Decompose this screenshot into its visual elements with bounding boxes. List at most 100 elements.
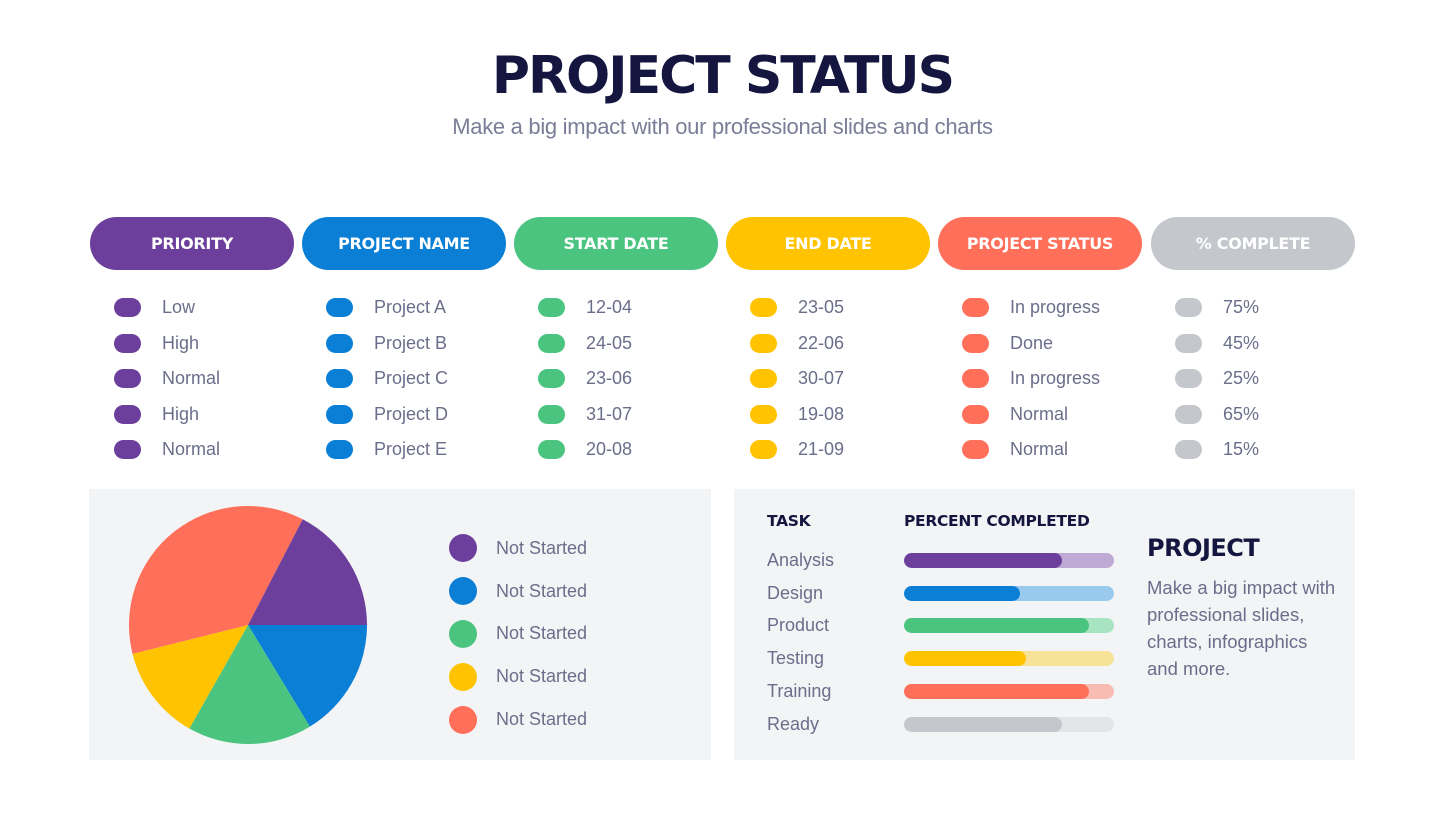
table-row: 65% — [1151, 397, 1355, 433]
legend-label: Not Started — [496, 666, 588, 687]
bullet-dot-icon — [750, 404, 777, 424]
cell-value: In progress — [1010, 368, 1101, 389]
legend-item: Not Started — [449, 527, 587, 570]
bullet-dot-icon — [538, 369, 565, 389]
side-title: PROJECT — [1147, 534, 1260, 562]
bullet-dot-icon — [114, 333, 141, 353]
task-name: Ready — [767, 713, 820, 734]
progress-bar-fill — [904, 716, 1062, 732]
side-description: Make a big impact with professional slid… — [1147, 577, 1336, 679]
table-row: 19-08 — [726, 397, 930, 433]
bullet-dot-icon — [750, 298, 777, 318]
bullet-dot-icon — [114, 404, 141, 424]
table-row: High — [90, 397, 294, 433]
bullet-dot-icon — [750, 333, 777, 353]
cell-value: 30-07 — [798, 368, 845, 389]
table-row: 23-06 — [514, 361, 718, 397]
pie-chart — [129, 506, 367, 744]
cell-value: High — [162, 332, 200, 353]
bullet-dot-icon — [326, 298, 353, 318]
column-header-pill: END DATE — [726, 217, 930, 270]
bullet-dot-icon — [538, 298, 565, 318]
table-column: % COMPLETE 75% 45% 25% 65% 15% — [1151, 217, 1355, 468]
table-row: 24-05 — [514, 326, 718, 362]
cell-value: 65% — [1223, 403, 1260, 424]
cell-value: 23-05 — [798, 297, 845, 318]
table-column: START DATE 12-04 24-05 23-06 31-07 20-08 — [514, 217, 718, 468]
table-column: PROJECT STATUS In progress Done In progress… — [938, 217, 1142, 468]
progress-bar-track — [904, 552, 1114, 568]
table-column: END DATE 23-05 22-06 30-07 19-08 21-09 — [726, 217, 930, 468]
table-row: 75% — [1151, 290, 1355, 326]
bullet-dot-icon — [962, 404, 989, 424]
legend-item: Not Started — [449, 570, 587, 613]
legend-swatch-icon — [449, 577, 477, 606]
bullet-dot-icon — [750, 369, 777, 389]
cell-value: Project A — [374, 297, 447, 318]
legend-label: Not Started — [496, 709, 588, 730]
table-row: 21-09 — [726, 432, 930, 468]
table-row: 25% — [1151, 361, 1355, 397]
cell-value: 21-09 — [798, 439, 845, 460]
bullet-dot-icon — [114, 369, 141, 389]
bullet-dot-icon — [538, 333, 565, 353]
table-row: Normal — [90, 361, 294, 397]
table-row: Normal — [90, 432, 294, 468]
legend-swatch-icon — [449, 705, 477, 734]
table-row: In progress — [938, 290, 1142, 326]
cell-value: 20-08 — [586, 439, 633, 460]
cell-value: Normal — [162, 368, 221, 389]
pie-panel: Not Started Not Started Not Started Not Sta… — [89, 489, 711, 760]
cell-value: 22-06 — [798, 332, 845, 353]
bullet-dot-icon — [326, 369, 353, 389]
task-name: Training — [767, 681, 832, 702]
progress-bar-fill — [904, 552, 1062, 568]
table-row: Done — [938, 326, 1142, 362]
bullet-dot-icon — [326, 440, 353, 460]
column-header-pill: PROJECT STATUS — [938, 217, 1142, 270]
bullet-dot-icon — [326, 333, 353, 353]
cell-value: Project B — [374, 332, 448, 353]
cell-value: 75% — [1223, 297, 1260, 318]
task-row: Training — [767, 675, 1114, 708]
column-header-pill: PROJECT NAME — [302, 217, 506, 270]
bullet-dot-icon — [962, 298, 989, 318]
progress-bar-track — [904, 716, 1114, 732]
cell-value: 19-08 — [798, 403, 845, 424]
progress-bar-track — [904, 651, 1114, 667]
table-row: Project A — [302, 290, 506, 326]
cell-value: 24-05 — [586, 332, 633, 353]
table-row: 31-07 — [514, 397, 718, 433]
bullet-dot-icon — [114, 440, 141, 460]
progress-bar-fill — [904, 684, 1089, 700]
page-subtitle: Make a big impact with our professional … — [452, 114, 993, 139]
cell-value: Low — [162, 297, 196, 318]
task-row: Design — [767, 577, 1114, 610]
table-row: 20-08 — [514, 432, 718, 468]
bullet-dot-icon — [1175, 440, 1202, 460]
cell-value: 31-07 — [586, 403, 633, 424]
legend-label: Not Started — [496, 537, 588, 558]
page-title: PROJECT STATUS — [491, 46, 955, 106]
cell-value: Project D — [374, 403, 449, 424]
progress-bar-fill — [904, 618, 1089, 634]
table-row: 12-04 — [514, 290, 718, 326]
tasks-panel: TASK PERCENT COMPLETED Analysis Design Pro… — [734, 489, 1355, 760]
percent-column-header: PERCENT COMPLETED — [904, 512, 1090, 530]
table-row: 30-07 — [726, 361, 930, 397]
bullet-dot-icon — [326, 404, 353, 424]
cell-value: In progress — [1010, 297, 1101, 318]
progress-bar-fill — [904, 651, 1026, 667]
task-name: Analysis — [767, 549, 835, 570]
column-header-pill: % COMPLETE — [1151, 217, 1355, 270]
bullet-dot-icon — [1175, 404, 1202, 424]
table-column: PROJECT NAME Project A Project B Project C P… — [302, 217, 506, 468]
cell-value: 45% — [1223, 332, 1260, 353]
legend-swatch-icon — [449, 534, 477, 563]
cell-value: 25% — [1223, 368, 1260, 389]
task-name: Testing — [767, 648, 825, 669]
table-row: Project D — [302, 397, 506, 433]
bullet-dot-icon — [962, 440, 989, 460]
progress-bar-fill — [904, 585, 1020, 601]
cell-value: 23-06 — [586, 368, 633, 389]
